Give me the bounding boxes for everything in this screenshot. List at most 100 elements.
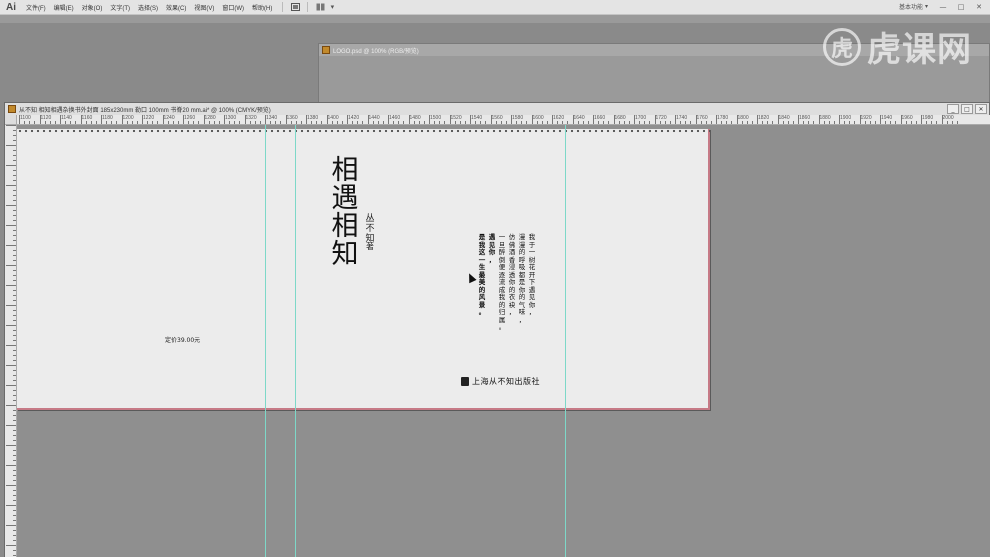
maximize-button[interactable]: □	[954, 1, 968, 13]
canvas[interactable]: 定价39.00元 相 遇 相 知 丛 不 知 著 我于一树花开下遇见你，漫漫的呼…	[17, 125, 990, 557]
title-char: 相	[331, 155, 359, 186]
ruler-tick	[13, 290, 16, 291]
ruler-tick	[6, 405, 16, 406]
ruler-tick	[746, 121, 748, 124]
author-char: 不	[365, 224, 375, 234]
chevron-down-icon: ▾	[924, 4, 928, 10]
ruler-tick	[813, 121, 815, 124]
document-window-controls: _ □ ✕	[947, 103, 987, 115]
ruler-tick	[859, 115, 861, 124]
ruler-tick	[823, 121, 825, 124]
ruler-tick	[167, 121, 169, 124]
ruler-tick	[121, 115, 123, 124]
menu-type[interactable]: 文字(T)	[106, 0, 134, 15]
menu-object[interactable]: 对象(O)	[78, 0, 107, 15]
arrange-documents-icon[interactable]	[314, 2, 326, 12]
publisher[interactable]: 上海从不知出版社	[461, 376, 540, 387]
book-title[interactable]: 相 遇 相 知	[330, 157, 360, 269]
ruler-tick	[13, 490, 16, 491]
ruler-tick	[500, 121, 502, 124]
ruler-tick	[603, 121, 605, 124]
menu-window[interactable]: 窗口(W)	[218, 0, 248, 15]
ruler-tick	[13, 335, 16, 336]
ruler-tick	[13, 470, 16, 471]
minimize-button[interactable]: —	[936, 1, 950, 13]
guide-line[interactable]	[565, 125, 566, 557]
artboard[interactable]: 定价39.00元 相 遇 相 知 丛 不 知 著 我于一树花开下遇见你，漫漫的呼…	[17, 129, 710, 410]
ruler-tick	[306, 115, 307, 124]
ruler-tick	[541, 121, 543, 124]
chevron-down-icon[interactable]: ▾	[326, 2, 338, 12]
close-button[interactable]: ✕	[972, 1, 986, 13]
doc-minimize-button[interactable]: _	[947, 104, 959, 114]
menu-select[interactable]: 选择(S)	[134, 0, 162, 15]
ruler-tick	[13, 510, 16, 511]
author-name[interactable]: 丛 不 知	[364, 214, 376, 244]
ruler-tick	[85, 121, 87, 124]
menu-help[interactable]: 帮助(H)	[248, 0, 276, 15]
ruler-tick	[398, 121, 400, 124]
ruler-tick	[721, 121, 723, 124]
main-document-window[interactable]: 从不知 相知相遇杂换书外封面 185x230mm 勒口 100mm 书脊20 m…	[4, 102, 990, 557]
ruler-tick	[787, 121, 789, 124]
ruler-tick	[623, 121, 625, 124]
menu-view[interactable]: 视图(V)	[190, 0, 218, 15]
ruler-tick	[13, 410, 16, 411]
ruler-tick	[6, 445, 16, 446]
ruler-tick	[839, 115, 840, 124]
ruler-origin[interactable]	[5, 115, 17, 125]
vertical-ruler[interactable]	[5, 125, 17, 557]
ruler-tick	[13, 150, 16, 151]
ruler-tick	[577, 121, 579, 124]
doc-close-button[interactable]: ✕	[975, 104, 987, 114]
main-window-title: 从不知 相知相遇杂换书外封面 185x230mm 勒口 100mm 书脊20 m…	[19, 107, 271, 114]
ruler-tick	[705, 121, 707, 124]
menu-edit[interactable]: 编辑(E)	[50, 0, 78, 15]
ruler-tick	[13, 390, 16, 391]
ruler-tick	[618, 121, 620, 124]
guide-line[interactable]	[265, 125, 266, 557]
ruler-tick	[13, 515, 16, 516]
ruler-tick	[290, 121, 292, 124]
ruler-tick	[910, 121, 912, 124]
guide-line[interactable]	[295, 125, 296, 557]
main-window-titlebar[interactable]: 从不知 相知相遇杂换书外封面 185x230mm 勒口 100mm 书脊20 m…	[5, 103, 989, 115]
ruler-tick	[24, 121, 26, 124]
ruler-tick	[13, 555, 16, 556]
ruler-tick	[572, 115, 574, 124]
publisher-name: 上海从不知出版社	[472, 377, 540, 386]
ruler-tick	[654, 115, 656, 124]
ruler-tick	[516, 121, 518, 124]
ruler-tick	[926, 121, 928, 124]
price-text[interactable]: 定价39.00元	[165, 335, 200, 344]
horizontal-ruler[interactable]: 1100 1120 1140 1160 1180 1200 1220 1240 1260 1280…	[17, 115, 990, 125]
ruler-tick	[726, 121, 728, 124]
ruler-tick	[203, 115, 205, 124]
ruler-tick	[644, 121, 646, 124]
poem-column: 一旦醉倒便逐流成我的归属。	[498, 233, 506, 331]
workspace-switcher[interactable]: 基本功能 ▾	[899, 2, 928, 11]
ruler-tick	[13, 480, 16, 481]
watermark: 虎 虎课网	[823, 22, 972, 71]
ruler-tick	[44, 121, 46, 124]
menu-file[interactable]: 文件(F)	[22, 0, 50, 15]
ruler-tick	[111, 121, 113, 124]
ruler-tick	[757, 115, 758, 124]
menu-bar: Ai 文件(F) 编辑(E) 对象(O) 文字(T) 选择(S) 效果(C) 视…	[0, 0, 990, 15]
ruler-tick	[13, 540, 16, 541]
app-logo: Ai	[6, 1, 16, 13]
author-suffix[interactable]: 著	[366, 241, 374, 252]
ruler-tick	[511, 115, 512, 124]
menu-effect[interactable]: 效果(C)	[162, 0, 190, 15]
ruler-tick	[941, 115, 943, 124]
ruler-tick	[13, 330, 16, 331]
bridge-icon[interactable]	[289, 2, 301, 12]
ruler-tick	[6, 525, 16, 526]
ruler-tick	[136, 121, 138, 124]
ruler-tick	[849, 121, 851, 124]
ruler-tick	[13, 155, 16, 156]
ruler-tick	[413, 121, 415, 124]
doc-maximize-button[interactable]: □	[961, 104, 973, 114]
ruler-tick	[295, 121, 297, 124]
ruler-tick	[254, 121, 256, 124]
